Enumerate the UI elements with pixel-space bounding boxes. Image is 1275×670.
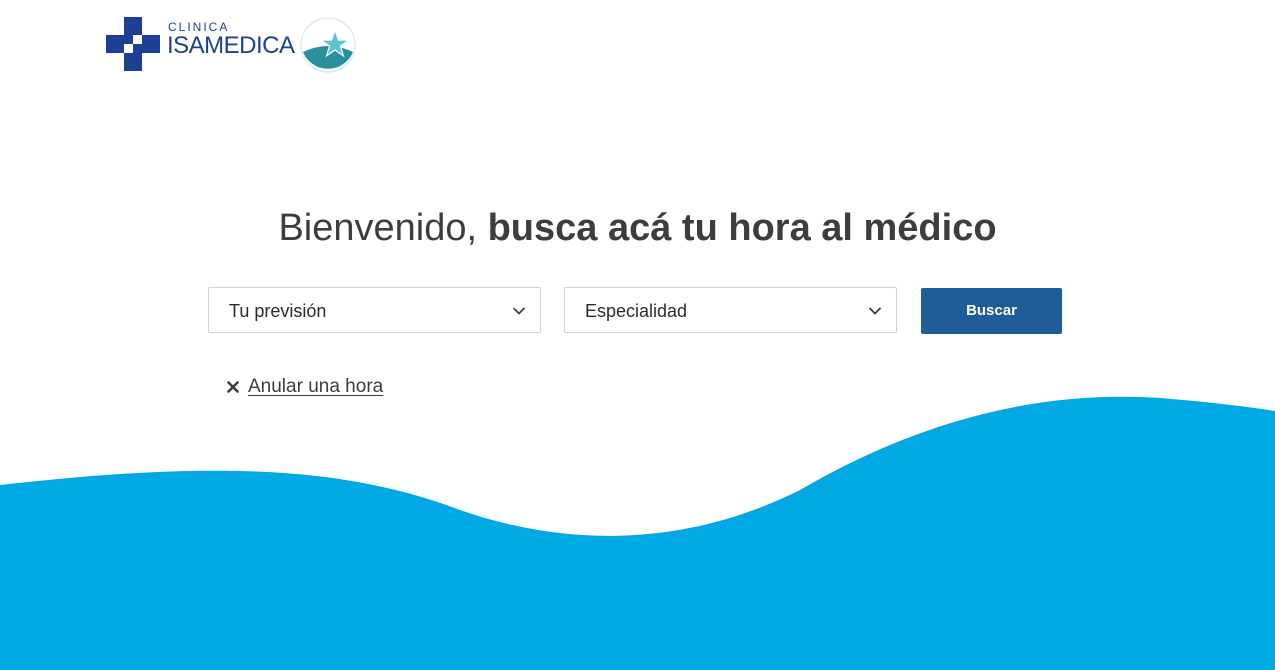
chevron-down-icon <box>869 307 881 315</box>
medical-cross-logo-icon <box>106 17 160 71</box>
accreditation-seal-icon <box>300 17 356 73</box>
page-title-greeting: Bienvenido, <box>278 207 488 249</box>
especialidad-select[interactable]: Especialidad <box>564 287 897 333</box>
decorative-wave <box>0 396 1275 670</box>
page-title-emphasis: busca acá tu hora al médico <box>487 207 997 249</box>
brand-name: ISAMEDICA <box>167 32 295 59</box>
prevision-select-value: Tu previsión <box>229 301 327 321</box>
search-button[interactable]: Buscar <box>921 288 1062 334</box>
chevron-down-icon <box>513 307 525 315</box>
prevision-select[interactable]: Tu previsión <box>208 287 541 333</box>
page-title: Bienvenido, busca acá tu hora al médico <box>0 207 1275 250</box>
especialidad-select-value: Especialidad <box>585 301 688 321</box>
